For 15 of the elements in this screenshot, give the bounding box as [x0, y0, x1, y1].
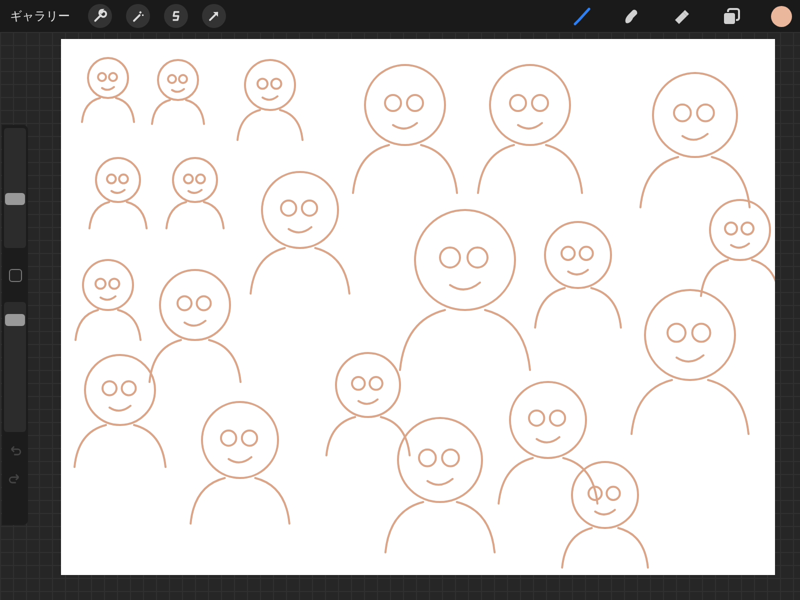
action-button[interactable] — [126, 4, 150, 28]
slider-thumb[interactable] — [5, 314, 25, 326]
modify-button[interactable] — [8, 269, 22, 282]
magic-wand-icon — [130, 8, 146, 24]
brush-icon — [571, 6, 591, 26]
brush-size-slider[interactable] — [4, 128, 26, 248]
layers-icon — [721, 6, 741, 26]
color-swatch[interactable] — [771, 6, 792, 26]
gallery-button[interactable]: ギャラリー — [6, 6, 74, 26]
action-button[interactable] — [88, 4, 112, 28]
opacity-slider[interactable] — [4, 302, 26, 432]
action-button[interactable] — [202, 4, 226, 28]
slider-thumb[interactable] — [5, 192, 25, 205]
tool-button[interactable] — [721, 6, 741, 26]
action-button[interactable] — [164, 4, 188, 28]
